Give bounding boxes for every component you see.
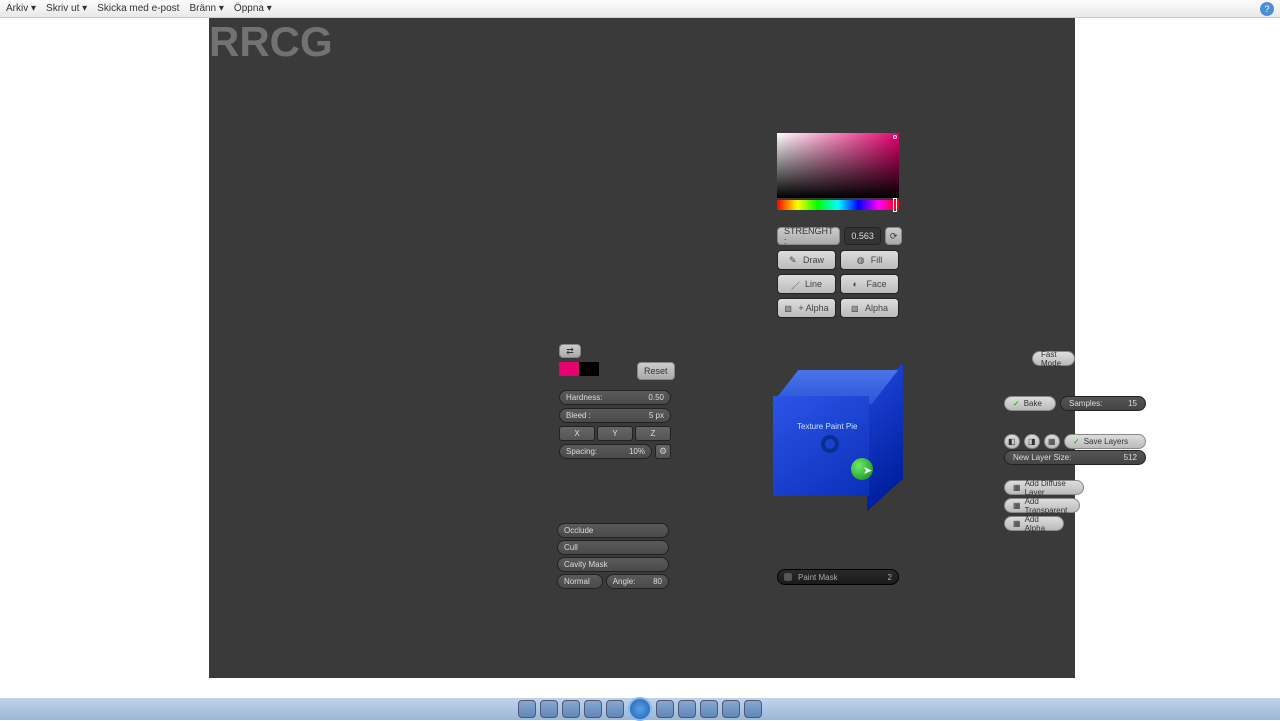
new-layer-size-field[interactable]: New Layer Size:512: [1004, 450, 1146, 465]
taskbar-center-icon[interactable]: [628, 697, 652, 721]
bleed-slider[interactable]: Bleed :5 px: [559, 408, 671, 423]
alpha-button[interactable]: Alpha: [840, 298, 899, 318]
spacing-settings-icon[interactable]: ⚙: [655, 444, 671, 459]
bake-button[interactable]: Bake: [1004, 396, 1056, 411]
plus-alpha-button[interactable]: + Alpha: [777, 298, 836, 318]
strength-row: STRENGHT : 0.563 ⟳: [777, 227, 899, 245]
angle-slider[interactable]: Angle:80: [606, 574, 669, 589]
taskbar-icon[interactable]: [722, 700, 740, 718]
line-icon: [791, 279, 801, 289]
viewer-frame: RRCG STRENGHT : 0.563 ⟳ Draw Fill Line F…: [34, 18, 1246, 698]
left-lower-panel: Occlude Cull Cavity Mask Normal Angle:80: [557, 523, 669, 591]
axis-buttons: X Y Z: [559, 426, 671, 441]
cavity-mask-toggle[interactable]: Cavity Mask: [557, 557, 669, 572]
occlude-toggle[interactable]: Occlude: [557, 523, 669, 538]
brush-cursor-ring: [821, 435, 839, 453]
axis-z-button[interactable]: Z: [635, 426, 671, 441]
tool-grid: Draw Fill Line Face + Alpha Alpha: [777, 246, 899, 318]
add-diffuse-button[interactable]: ▦ Add Diffuse Layer: [1004, 480, 1084, 495]
paint-mask-count: 2: [888, 573, 892, 582]
swatch-row: [559, 362, 599, 376]
swap-icon[interactable]: ⇄: [559, 344, 581, 358]
samples-field[interactable]: Samples:15: [1060, 396, 1146, 411]
color-sv-field[interactable]: [777, 133, 899, 198]
add-alpha-button[interactable]: ▦ Add Alpha: [1004, 516, 1064, 531]
cube-label: Texture Paint Pie: [797, 422, 857, 431]
color-sv-marker[interactable]: [893, 135, 897, 139]
menu-skicka[interactable]: Skicka med e-post: [97, 3, 179, 14]
save-icon-3[interactable]: ▦: [1044, 434, 1060, 449]
check-icon: [1073, 437, 1080, 446]
face-icon: [852, 279, 862, 289]
alpha-icon: [851, 303, 861, 313]
taskbar-icon[interactable]: [562, 700, 580, 718]
new-layer-row: New Layer Size:512: [1004, 450, 1146, 468]
strength-value[interactable]: 0.563: [844, 227, 881, 245]
line-button[interactable]: Line: [777, 274, 836, 294]
strength-label: STRENGHT :: [777, 227, 840, 245]
menu-oppna[interactable]: Öppna ▾: [234, 3, 272, 14]
menubar: Arkiv ▾ Skriv ut ▾ Skicka med e-post Brä…: [0, 0, 1280, 18]
save-icon-1[interactable]: ◧: [1004, 434, 1020, 449]
save-layers-button[interactable]: Save Layers: [1064, 434, 1146, 449]
taskbar-icon[interactable]: [744, 700, 762, 718]
add-layer-buttons: ▦ Add Diffuse Layer ▦ Add Transparent ▦ …: [1004, 480, 1146, 534]
left-swatch-panel: ⇄ Reset: [559, 344, 671, 376]
save-row: ◧ ◨ ▦ Save Layers: [1004, 430, 1146, 452]
check-icon: [1013, 399, 1020, 408]
pencil-icon: [789, 255, 799, 265]
fill-icon: [857, 255, 867, 265]
plus-alpha-icon: [784, 303, 794, 313]
spacing-slider[interactable]: Spacing:10%: [559, 444, 652, 459]
hue-marker[interactable]: [893, 198, 897, 212]
taskbar-icon[interactable]: [518, 700, 536, 718]
add-transparent-button[interactable]: ▦ Add Transparent: [1004, 498, 1080, 513]
left-sliders: Hardness:0.50 Bleed :5 px X Y Z Spacing:…: [559, 390, 671, 462]
taskbar-icon[interactable]: [606, 700, 624, 718]
hardness-slider[interactable]: Hardness:0.50: [559, 390, 671, 405]
cursor-icon: ➤: [863, 464, 872, 477]
taskbar-icon[interactable]: [656, 700, 674, 718]
paint-mask-label: Paint Mask: [798, 573, 838, 582]
normal-toggle[interactable]: Normal: [557, 574, 603, 589]
axis-x-button[interactable]: X: [559, 426, 595, 441]
color-picker: [777, 133, 899, 210]
save-icon-2[interactable]: ◨: [1024, 434, 1040, 449]
swatch-secondary[interactable]: [579, 362, 599, 376]
face-button[interactable]: Face: [840, 274, 899, 294]
scene-cube[interactable]: Texture Paint Pie ➤: [771, 370, 901, 505]
menu-skrivut[interactable]: Skriv ut ▾: [46, 3, 87, 14]
fill-button[interactable]: Fill: [840, 250, 899, 270]
paint-mask-bar[interactable]: Paint Mask 2: [777, 569, 899, 585]
axis-y-button[interactable]: Y: [597, 426, 633, 441]
viewport-canvas[interactable]: RRCG STRENGHT : 0.563 ⟳ Draw Fill Line F…: [209, 18, 1075, 678]
help-icon[interactable]: ?: [1260, 2, 1274, 16]
taskbar-icon[interactable]: [678, 700, 696, 718]
reset-button[interactable]: Reset: [637, 362, 675, 380]
menu-brann[interactable]: Bränn ▾: [189, 3, 223, 14]
strength-toggle-icon[interactable]: ⟳: [885, 227, 903, 245]
color-hue-slider[interactable]: [777, 200, 899, 210]
taskbar-icon[interactable]: [584, 700, 602, 718]
fast-mode-button[interactable]: Fast Mode: [1032, 351, 1075, 366]
watermark-rrcg: RRCG: [209, 18, 1075, 66]
bake-row: Bake Samples:15: [1004, 392, 1146, 414]
taskbar-icon[interactable]: [540, 700, 558, 718]
taskbar-icon[interactable]: [700, 700, 718, 718]
menu-arkiv[interactable]: Arkiv ▾: [6, 3, 36, 14]
paint-mask-icon: [784, 573, 792, 581]
taskbar: [0, 698, 1280, 720]
draw-button[interactable]: Draw: [777, 250, 836, 270]
swatch-primary[interactable]: [559, 362, 579, 376]
cull-toggle[interactable]: Cull: [557, 540, 669, 555]
fast-mode-row: Fast Mode: [1032, 351, 1075, 369]
